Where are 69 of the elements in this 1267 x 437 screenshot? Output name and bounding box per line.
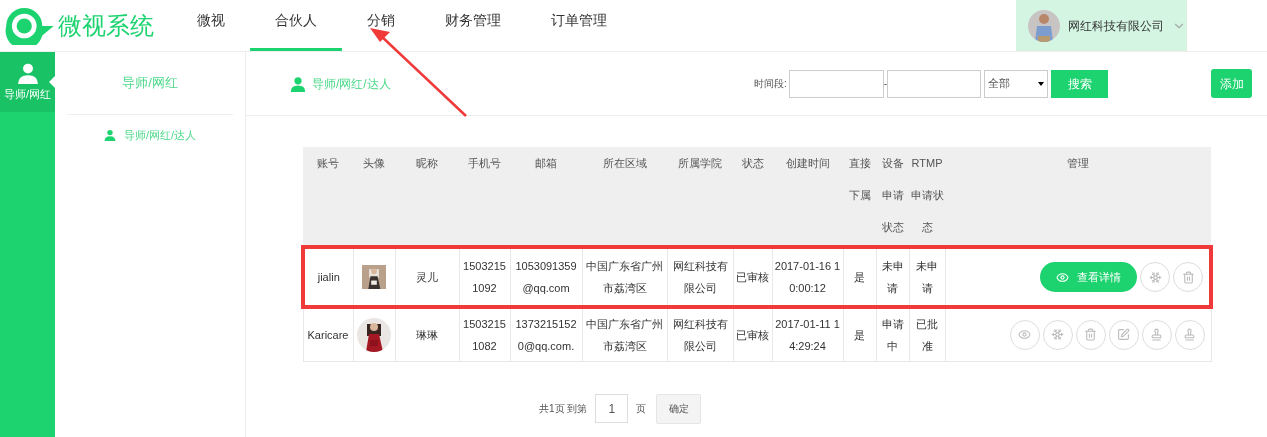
table-cell: 1053091359@qq.com	[510, 247, 582, 307]
filter-label: 时间段:	[753, 77, 787, 91]
column-header: RTMP申请状态	[909, 147, 945, 247]
start-date-field[interactable]	[788, 69, 884, 98]
column-header: 头像	[353, 147, 395, 247]
column-header: 昵称	[395, 147, 459, 247]
table-cell: 已审核	[733, 307, 772, 361]
confirm-button[interactable]: 确定	[656, 393, 702, 424]
edit-icon	[1117, 328, 1130, 342]
page-total: 共1页 到第	[539, 402, 588, 416]
table-cell: 未申请	[909, 247, 945, 307]
end-date-field[interactable]	[887, 69, 981, 98]
table-cell: 未申请	[876, 247, 909, 307]
column-header: 管理	[945, 147, 1211, 247]
freeze-button[interactable]	[1140, 262, 1170, 292]
column-header: 所属学院	[667, 147, 733, 247]
table-cell: 是	[843, 307, 876, 361]
nav-tab[interactable]: 微视	[172, 0, 250, 51]
snowflake-icon	[1051, 328, 1064, 342]
person-icon	[290, 75, 306, 92]
table-cell: 申请中	[876, 307, 909, 361]
table-cell: 15032151082	[459, 307, 510, 361]
breadcrumb: 导师/网红/达人	[312, 75, 391, 93]
table-cell: 13732151520@qq.com.	[510, 307, 582, 361]
table-cell: 已批准	[909, 307, 945, 361]
subnav-title: 导师/网红	[67, 52, 233, 115]
range-separator: -	[883, 77, 887, 91]
table-cell: 网红科技有限公司	[667, 247, 733, 307]
user-menu[interactable]: 网红科技有限公司	[1016, 0, 1187, 51]
eye-logo-icon	[4, 6, 54, 45]
selection-pointer	[49, 76, 55, 88]
table-cell: 已审核	[733, 247, 772, 307]
table-cell: 2017-01-16 10:00:12	[772, 247, 843, 307]
column-header: 设备申请状态	[876, 147, 909, 247]
stamp-icon	[1150, 328, 1163, 342]
nav-tab[interactable]: 合伙人	[250, 0, 342, 51]
table-cell: 灵儿	[395, 247, 459, 307]
person-icon	[16, 61, 39, 84]
status-select[interactable]: 全部	[984, 69, 1048, 98]
nav-tab[interactable]: 分销	[342, 0, 420, 51]
column-header: 创建时间	[772, 147, 843, 247]
column-header: 所在区域	[582, 147, 667, 247]
company-name: 网红科技有限公司	[1068, 17, 1164, 35]
snowflake-icon	[1148, 270, 1162, 284]
eye-icon	[1018, 328, 1031, 342]
page-unit: 页	[636, 402, 647, 416]
nav-tab[interactable]: 订单管理	[526, 0, 632, 51]
stamp-icon	[1183, 328, 1196, 342]
column-header: 邮箱	[510, 147, 582, 247]
column-header: 状态	[733, 147, 772, 247]
table-cell: 网红科技有限公司	[667, 307, 733, 361]
column-header: 账号	[303, 147, 353, 247]
eye-icon	[1056, 270, 1069, 284]
table-cell: 中国广东省广州市荔湾区	[582, 307, 667, 361]
page-number-field[interactable]: 1	[595, 394, 629, 423]
column-header: 直接下属	[843, 147, 876, 247]
logo-text: 微视系统	[58, 10, 154, 41]
person-icon	[103, 129, 116, 142]
column-header: 手机号	[459, 147, 510, 247]
table-cell: jialin	[303, 247, 353, 307]
table-cell: 2017-01-11 14:29:24	[772, 307, 843, 361]
trash-icon	[1084, 328, 1097, 342]
table-cell: 琳琳	[395, 307, 459, 361]
table-cell: 是	[843, 247, 876, 307]
trash-icon	[1181, 270, 1195, 284]
table-cell: 中国广东省广州市荔湾区	[582, 247, 667, 307]
table-cell: 15032151092	[459, 247, 510, 307]
nav-tab[interactable]: 财务管理	[420, 0, 526, 51]
table-cell: Karicare	[303, 307, 353, 361]
